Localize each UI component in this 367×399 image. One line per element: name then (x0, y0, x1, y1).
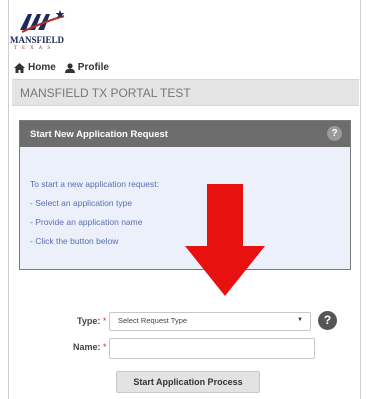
nav-home[interactable]: Home (14, 62, 56, 73)
panel-title: Start New Application Request (30, 129, 168, 140)
logo-wordmark: MANSFIELD (10, 35, 65, 45)
start-application-button[interactable]: Start Application Process (116, 371, 260, 393)
type-help-button[interactable]: ? (318, 311, 337, 330)
down-arrow-icon (185, 184, 265, 296)
portal-title: MANSFIELD TX PORTAL TEST (20, 86, 191, 100)
instruction-line: - Select an application type (30, 198, 133, 208)
nav-profile[interactable]: Profile (64, 62, 109, 73)
name-label-text: Name: (73, 342, 101, 352)
user-icon (64, 62, 75, 73)
panel-header: Start New Application Request ? (20, 121, 350, 147)
top-nav: Home Profile (14, 62, 118, 73)
logo-subtitle: TEXAS (14, 46, 56, 51)
nav-profile-label: Profile (77, 62, 109, 73)
panel-help-button[interactable]: ? (327, 126, 342, 141)
type-label: Type: * (77, 316, 106, 326)
request-type-select[interactable]: Select Request Type ▼ (109, 312, 311, 331)
mansfield-logo[interactable]: MANSFIELD TEXAS (4, 8, 84, 51)
instruction-line: To start a new application request: (30, 179, 159, 189)
application-name-input[interactable] (109, 338, 315, 359)
request-type-value: Select Request Type (118, 316, 188, 325)
instruction-line: - Provide an application name (30, 217, 143, 227)
nav-home-label: Home (28, 62, 56, 73)
logo-mark-icon (20, 10, 65, 33)
name-label: Name: * (73, 342, 107, 352)
chevron-down-icon: ▼ (297, 317, 303, 323)
required-mark: * (103, 342, 107, 352)
home-icon (14, 62, 25, 73)
instruction-line: - Click the button below (30, 236, 119, 246)
portal-title-bar: MANSFIELD TX PORTAL TEST (12, 79, 359, 106)
required-mark: * (102, 316, 107, 326)
type-label-text: Type: (77, 316, 101, 326)
